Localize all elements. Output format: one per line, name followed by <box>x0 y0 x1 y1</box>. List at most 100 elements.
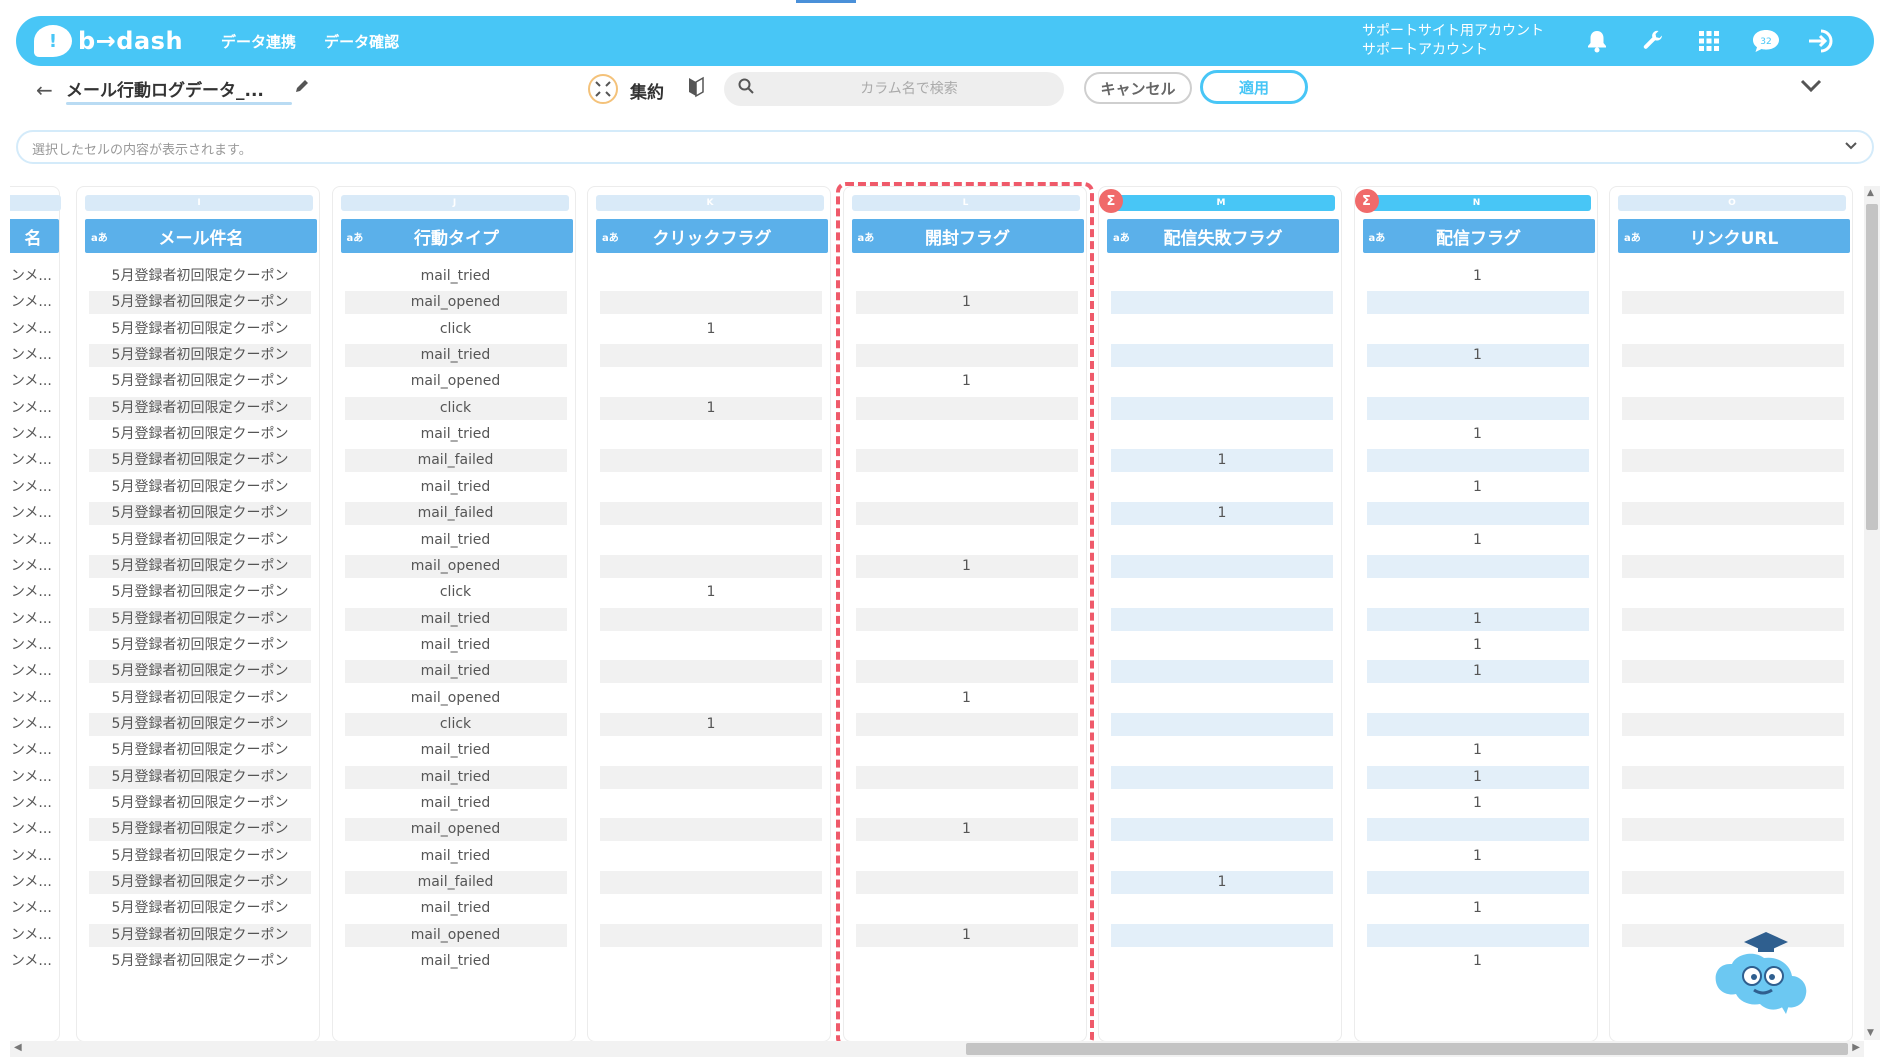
column-header[interactable]: aあ 配信フラグ <box>1362 219 1595 253</box>
table-cell[interactable] <box>1111 818 1333 842</box>
table-cell[interactable] <box>855 502 1078 526</box>
column-letter[interactable]: K <box>596 195 824 211</box>
table-cell[interactable] <box>1622 370 1844 393</box>
table-cell[interactable]: 5月登録者初回限定クーポン <box>89 897 311 920</box>
table-cell[interactable] <box>1622 765 1844 789</box>
table-cell[interactable] <box>856 476 1078 499</box>
table-cell[interactable]: mail_tried <box>345 529 567 552</box>
table-cell[interactable]: 'ンメ... <box>10 449 67 472</box>
table-cell[interactable]: 5月登録者初回限定クーポン <box>89 476 311 499</box>
table-cell[interactable] <box>1111 950 1333 973</box>
table-cell[interactable]: 'ンメ... <box>10 397 67 420</box>
table-cell[interactable]: 'ンメ... <box>10 687 67 710</box>
table-cell[interactable] <box>1622 712 1844 736</box>
table-cell[interactable] <box>1367 318 1589 341</box>
table-cell[interactable] <box>600 449 822 473</box>
table-cell[interactable]: 1 <box>1367 897 1589 920</box>
table-cell[interactable]: 1 <box>1111 449 1333 473</box>
aggregate-label[interactable]: 集約 <box>630 78 664 103</box>
table-cell[interactable] <box>855 660 1078 684</box>
table-cell[interactable]: 5月登録者初回限定クーポン <box>89 634 311 657</box>
table-cell[interactable]: 1 <box>1367 739 1589 762</box>
chevron-down-icon[interactable] <box>1844 136 1858 155</box>
table-cell[interactable] <box>856 897 1078 920</box>
cell-content-bar[interactable]: 選択したセルの内容が表示されます。 <box>16 130 1874 164</box>
table-cell[interactable]: 5月登録者初回限定クーポン <box>89 660 311 684</box>
vertical-scroll-thumb[interactable] <box>1866 204 1878 530</box>
table-cell[interactable] <box>1111 423 1333 446</box>
table-cell[interactable]: 'ンメ... <box>10 581 67 604</box>
table-cell[interactable] <box>600 923 822 947</box>
table-cell[interactable]: mail_tried <box>344 344 567 368</box>
table-cell[interactable] <box>1111 634 1333 657</box>
table-cell[interactable]: 5月登録者初回限定クーポン <box>89 871 311 895</box>
table-cell[interactable]: mail_opened <box>345 687 567 710</box>
apply-button[interactable]: 適用 <box>1200 70 1308 104</box>
table-cell[interactable]: 1 <box>1367 845 1589 868</box>
table-cell[interactable]: 5月登録者初回限定クーポン <box>89 712 311 736</box>
table-cell[interactable]: 1 <box>1367 265 1589 288</box>
scroll-right-icon[interactable]: ▶ <box>1852 1042 1860 1053</box>
table-cell[interactable] <box>1366 818 1589 842</box>
column-letter[interactable]: O <box>1618 195 1846 211</box>
table-cell[interactable]: click <box>345 318 567 341</box>
table-cell[interactable] <box>1622 739 1844 762</box>
table-cell[interactable] <box>600 291 822 315</box>
column-header[interactable]: aあ 配信失敗フラグ <box>1107 219 1339 253</box>
column-header[interactable]: aあ リンクURL <box>1618 219 1850 253</box>
table-cell[interactable] <box>1622 897 1844 920</box>
table-cell[interactable]: 'ンメ... <box>10 897 67 920</box>
table-cell[interactable] <box>600 370 822 393</box>
table-cell[interactable] <box>600 897 822 920</box>
table-cell[interactable]: 'ンメ... <box>10 766 67 789</box>
back-arrow-icon[interactable]: ← <box>36 78 53 102</box>
horizontal-scroll-thumb[interactable] <box>966 1043 1848 1055</box>
table-cell[interactable] <box>856 634 1078 657</box>
table-cell[interactable]: 'ンメ... <box>10 739 67 762</box>
table-cell[interactable]: 'ンメ... <box>10 792 67 815</box>
table-cell[interactable] <box>856 529 1078 552</box>
table-cell[interactable] <box>1111 291 1333 315</box>
table-cell[interactable]: 5月登録者初回限定クーポン <box>89 370 311 393</box>
table-cell[interactable] <box>1111 739 1333 762</box>
nav-data-integration[interactable]: データ連携 <box>221 31 296 52</box>
table-cell[interactable]: 1 <box>1111 871 1333 895</box>
table-cell[interactable] <box>1111 607 1333 631</box>
table-cell[interactable] <box>600 634 822 657</box>
table-cell[interactable] <box>1111 318 1333 341</box>
table-cell[interactable]: 'ンメ... <box>10 370 67 393</box>
table-cell[interactable]: 5月登録者初回限定クーポン <box>89 818 311 842</box>
table-cell[interactable] <box>856 950 1078 973</box>
table-cell[interactable]: 1 <box>856 370 1078 393</box>
table-cell[interactable]: 'ンメ... <box>10 660 67 683</box>
table-cell[interactable] <box>600 502 822 526</box>
table-cell[interactable] <box>1111 396 1333 420</box>
table-cell[interactable]: 'ンメ... <box>10 529 67 552</box>
table-cell[interactable] <box>1622 318 1844 341</box>
table-cell[interactable]: 5月登録者初回限定クーポン <box>89 581 311 604</box>
table-cell[interactable] <box>856 739 1078 762</box>
table-cell[interactable] <box>855 607 1078 631</box>
table-cell[interactable]: 1 <box>1367 423 1589 446</box>
table-cell[interactable]: click <box>344 712 567 736</box>
table-cell[interactable] <box>1622 423 1844 446</box>
table-cell[interactable]: mail_tried <box>345 950 567 973</box>
table-cell[interactable]: 'ンメ... <box>10 608 67 631</box>
table-cell[interactable]: 5月登録者初回限定クーポン <box>89 554 311 578</box>
table-cell[interactable] <box>1366 291 1589 315</box>
table-cell[interactable] <box>1366 502 1589 526</box>
table-cell[interactable]: 'ンメ... <box>10 555 67 578</box>
beginner-mark-icon[interactable] <box>688 76 704 103</box>
page-title[interactable]: メール行動ログデータ_... <box>66 81 264 101</box>
table-cell[interactable]: mail_opened <box>344 923 567 947</box>
table-cell[interactable]: 5月登録者初回限定クーポン <box>89 687 311 710</box>
table-cell[interactable]: 1 <box>1367 476 1589 499</box>
table-cell[interactable]: 5月登録者初回限定クーポン <box>89 529 311 552</box>
table-cell[interactable] <box>1622 818 1844 842</box>
table-cell[interactable] <box>1622 265 1844 288</box>
table-cell[interactable] <box>1111 554 1333 578</box>
table-cell[interactable]: 5月登録者初回限定クーポン <box>89 792 311 815</box>
table-cell[interactable] <box>1366 871 1589 895</box>
column-header-partial[interactable]: 名 <box>10 219 59 253</box>
table-cell[interactable] <box>600 265 822 288</box>
